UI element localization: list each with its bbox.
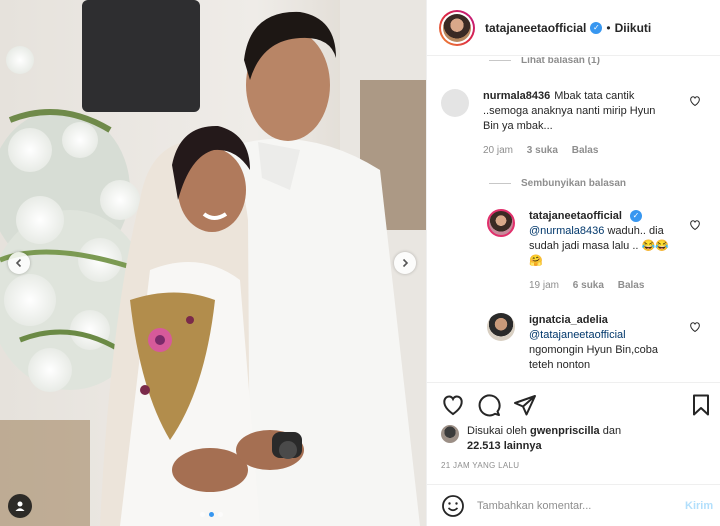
next-photo-button[interactable] bbox=[394, 252, 416, 274]
reply-button[interactable]: Balas bbox=[618, 280, 645, 291]
author-avatar[interactable] bbox=[439, 9, 475, 46]
comment-meta: 20 jam 3 suka Balas bbox=[483, 143, 673, 158]
comment-icon[interactable] bbox=[477, 393, 501, 417]
reply-username[interactable]: ignatcia_adelia bbox=[529, 314, 608, 326]
instagram-post-modal: tatajaneetaofficial ✓ • Diikuti Lihat ba… bbox=[0, 0, 720, 526]
add-comment-bar: Kirim bbox=[427, 484, 720, 526]
verified-badge-icon: ✓ bbox=[629, 210, 642, 223]
verified-badge-icon: ✓ bbox=[590, 21, 603, 34]
header-separator: • bbox=[606, 20, 611, 35]
replier-avatar[interactable] bbox=[487, 209, 515, 237]
reply-time: 19 jam bbox=[529, 280, 560, 291]
heart-icon[interactable] bbox=[689, 95, 701, 107]
reply-text: ngomongin Hyun Bin,coba teteh nonton bbox=[529, 344, 659, 371]
heart-icon[interactable] bbox=[689, 321, 701, 333]
bookmark-icon[interactable] bbox=[689, 393, 713, 417]
post-timestamp[interactable]: 21 JAM YANG LALU bbox=[441, 461, 519, 470]
reply-meta: 19 jam 6 suka Balas bbox=[529, 278, 679, 293]
reply-item: tatajaneetaofficial ✓ @nurmala8436 waduh.… bbox=[487, 209, 679, 293]
comment-time: 20 jam bbox=[483, 145, 514, 156]
post-photo[interactable] bbox=[0, 0, 426, 526]
carousel-dot bbox=[218, 512, 223, 517]
chevron-right-icon bbox=[402, 258, 409, 268]
reply-username[interactable]: tatajaneetaofficial bbox=[529, 210, 622, 222]
carousel-dot bbox=[200, 512, 205, 517]
follow-status-button[interactable]: Diikuti bbox=[615, 21, 652, 35]
previous-photo-button[interactable] bbox=[8, 252, 30, 274]
view-replies-link[interactable]: Lihat balasan (1) bbox=[489, 57, 600, 66]
mention-link[interactable]: @nurmala8436 bbox=[529, 225, 604, 237]
comment-input[interactable] bbox=[477, 499, 677, 512]
author-username[interactable]: tatajaneetaofficial bbox=[485, 21, 586, 35]
likes-count-link[interactable]: 22.513 lainnya bbox=[467, 440, 542, 452]
tagged-people-button[interactable] bbox=[8, 494, 32, 518]
reply-item: ignatcia_adelia @tatajaneetaofficial ngo… bbox=[487, 313, 679, 373]
paper-plane-icon[interactable] bbox=[513, 393, 537, 417]
chevron-left-icon bbox=[15, 258, 22, 268]
liker-username[interactable]: gwenpriscilla bbox=[530, 425, 600, 437]
smiley-icon[interactable] bbox=[441, 494, 465, 518]
comment-item: nurmala8436 Mbak tata cantik ..semoga ana… bbox=[441, 89, 673, 158]
heart-icon[interactable] bbox=[689, 219, 701, 231]
comments-list[interactable]: Lihat balasan (1) nurmala8436 Mbak tata c… bbox=[427, 57, 720, 381]
replier-avatar[interactable] bbox=[487, 313, 515, 341]
likes-summary: Disukai oleh gwenpriscilla dan 22.513 la… bbox=[441, 424, 621, 454]
reply-likes[interactable]: 6 suka bbox=[573, 280, 604, 291]
heart-icon[interactable] bbox=[441, 393, 465, 417]
carousel-indicator bbox=[200, 512, 223, 517]
action-bar bbox=[427, 382, 720, 422]
liker-avatar[interactable] bbox=[441, 425, 459, 443]
couple-photo-illustration bbox=[0, 0, 426, 526]
comment-username[interactable]: nurmala8436 bbox=[483, 90, 550, 102]
hide-replies-link[interactable]: Sembunyikan balasan bbox=[489, 178, 626, 189]
reply-button[interactable]: Balas bbox=[572, 145, 599, 156]
post-comment-button[interactable]: Kirim bbox=[685, 500, 713, 512]
mention-link[interactable]: @tatajaneetaofficial bbox=[529, 329, 626, 341]
carousel-dot-active bbox=[209, 512, 214, 517]
post-header: tatajaneetaofficial ✓ • Diikuti bbox=[427, 0, 720, 56]
comment-likes[interactable]: 3 suka bbox=[527, 145, 558, 156]
person-tag-icon bbox=[15, 501, 25, 511]
commenter-avatar[interactable] bbox=[441, 89, 469, 117]
post-sidebar: tatajaneetaofficial ✓ • Diikuti Lihat ba… bbox=[426, 0, 720, 526]
